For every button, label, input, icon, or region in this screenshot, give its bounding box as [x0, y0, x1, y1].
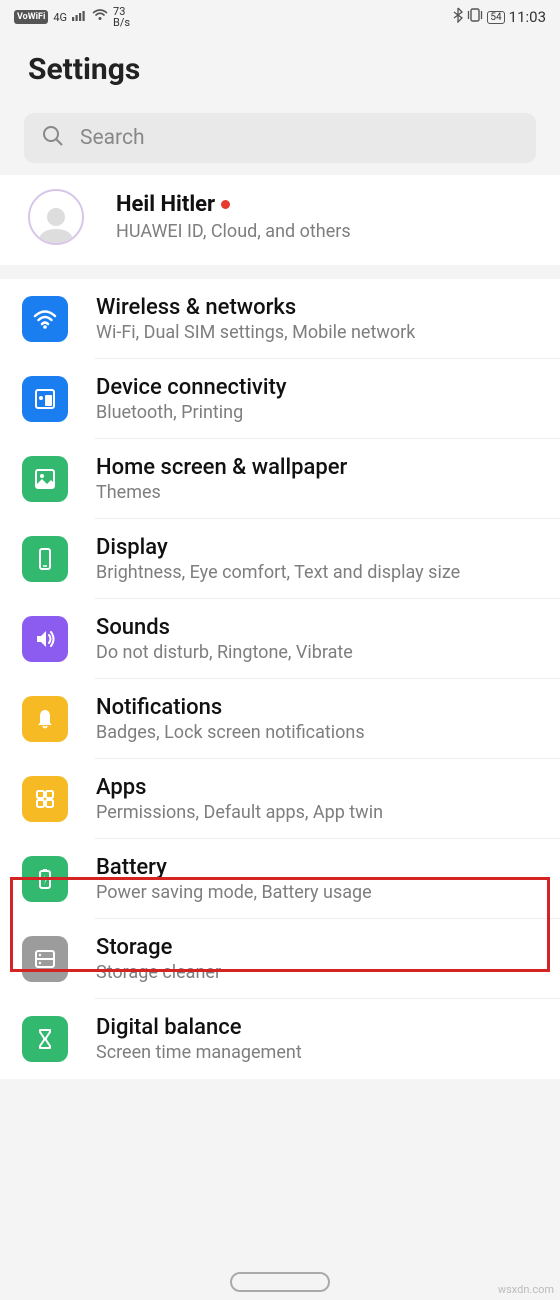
setting-subtitle: Power saving mode, Battery usage [96, 882, 542, 903]
setting-title: Display [96, 535, 542, 560]
watermark: wsxdn.com [498, 1283, 554, 1296]
setting-subtitle: Brightness, Eye comfort, Text and displa… [96, 562, 542, 583]
setting-title: Battery [96, 855, 542, 880]
setting-title: Notifications [96, 695, 542, 720]
setting-display[interactable]: Display Brightness, Eye comfort, Text an… [0, 519, 560, 599]
display-icon [22, 536, 68, 582]
account-subtitle: HUAWEI ID, Cloud, and others [116, 221, 351, 242]
sounds-icon [22, 616, 68, 662]
bluetooth-icon [453, 7, 463, 27]
setting-wireless-networks[interactable]: Wireless & networks Wi-Fi, Dual SIM sett… [0, 279, 560, 359]
setting-title: Device connectivity [96, 375, 542, 400]
setting-title: Storage [96, 935, 542, 960]
setting-device-connectivity[interactable]: Device connectivity Bluetooth, Printing [0, 359, 560, 439]
battery-icon: 54 [487, 11, 504, 24]
setting-subtitle: Bluetooth, Printing [96, 402, 542, 423]
notifications-icon [22, 696, 68, 742]
search-input[interactable]: Search [24, 113, 536, 163]
search-placeholder: Search [80, 126, 145, 150]
setting-apps[interactable]: Apps Permissions, Default apps, App twin [0, 759, 560, 839]
signal-label: 4G [53, 11, 67, 24]
setting-title: Apps [96, 775, 542, 800]
setting-title: Digital balance [96, 1015, 542, 1040]
apps-icon [22, 776, 68, 822]
nav-pill[interactable] [230, 1272, 330, 1292]
status-right: 54 11:03 [453, 7, 546, 27]
status-left: VoWiFi 4G 73 B/s [14, 6, 130, 28]
setting-subtitle: Permissions, Default apps, App twin [96, 802, 542, 823]
notification-dot-icon [221, 200, 230, 209]
setting-battery[interactable]: Battery Power saving mode, Battery usage [0, 839, 560, 919]
setting-subtitle: Screen time management [96, 1042, 542, 1063]
wifi-icon [22, 296, 68, 342]
setting-storage[interactable]: Storage Storage cleaner [0, 919, 560, 999]
status-bar: VoWiFi 4G 73 B/s 54 11:03 [0, 0, 560, 30]
account-name: Heil Hitler [116, 192, 351, 217]
device-icon [22, 376, 68, 422]
setting-digital-balance[interactable]: Digital balance Screen time management [0, 999, 560, 1079]
account-row[interactable]: Heil Hitler HUAWEI ID, Cloud, and others [0, 175, 560, 265]
wifi-status-icon [92, 9, 108, 25]
vowifi-badge: VoWiFi [14, 10, 48, 24]
setting-title: Home screen & wallpaper [96, 455, 542, 480]
settings-list: Wireless & networks Wi-Fi, Dual SIM sett… [0, 279, 560, 1079]
speed-indicator: 73 B/s [113, 6, 130, 28]
page-title: Settings [0, 30, 560, 113]
search-icon [42, 125, 64, 151]
setting-subtitle: Wi-Fi, Dual SIM settings, Mobile network [96, 322, 542, 343]
setting-notifications[interactable]: Notifications Badges, Lock screen notifi… [0, 679, 560, 759]
battery-setting-icon [22, 856, 68, 902]
vibrate-icon [467, 8, 483, 26]
balance-icon [22, 1016, 68, 1062]
setting-title: Wireless & networks [96, 295, 542, 320]
setting-title: Sounds [96, 615, 542, 640]
setting-subtitle: Themes [96, 482, 542, 503]
setting-subtitle: Storage cleaner [96, 962, 542, 983]
wallpaper-icon [22, 456, 68, 502]
setting-sounds[interactable]: Sounds Do not disturb, Ringtone, Vibrate [0, 599, 560, 679]
setting-home-wallpaper[interactable]: Home screen & wallpaper Themes [0, 439, 560, 519]
storage-icon [22, 936, 68, 982]
signal-bars-icon [72, 9, 87, 25]
avatar [28, 189, 84, 245]
setting-subtitle: Do not disturb, Ringtone, Vibrate [96, 642, 542, 663]
clock: 11:03 [509, 8, 546, 26]
setting-subtitle: Badges, Lock screen notifications [96, 722, 542, 743]
